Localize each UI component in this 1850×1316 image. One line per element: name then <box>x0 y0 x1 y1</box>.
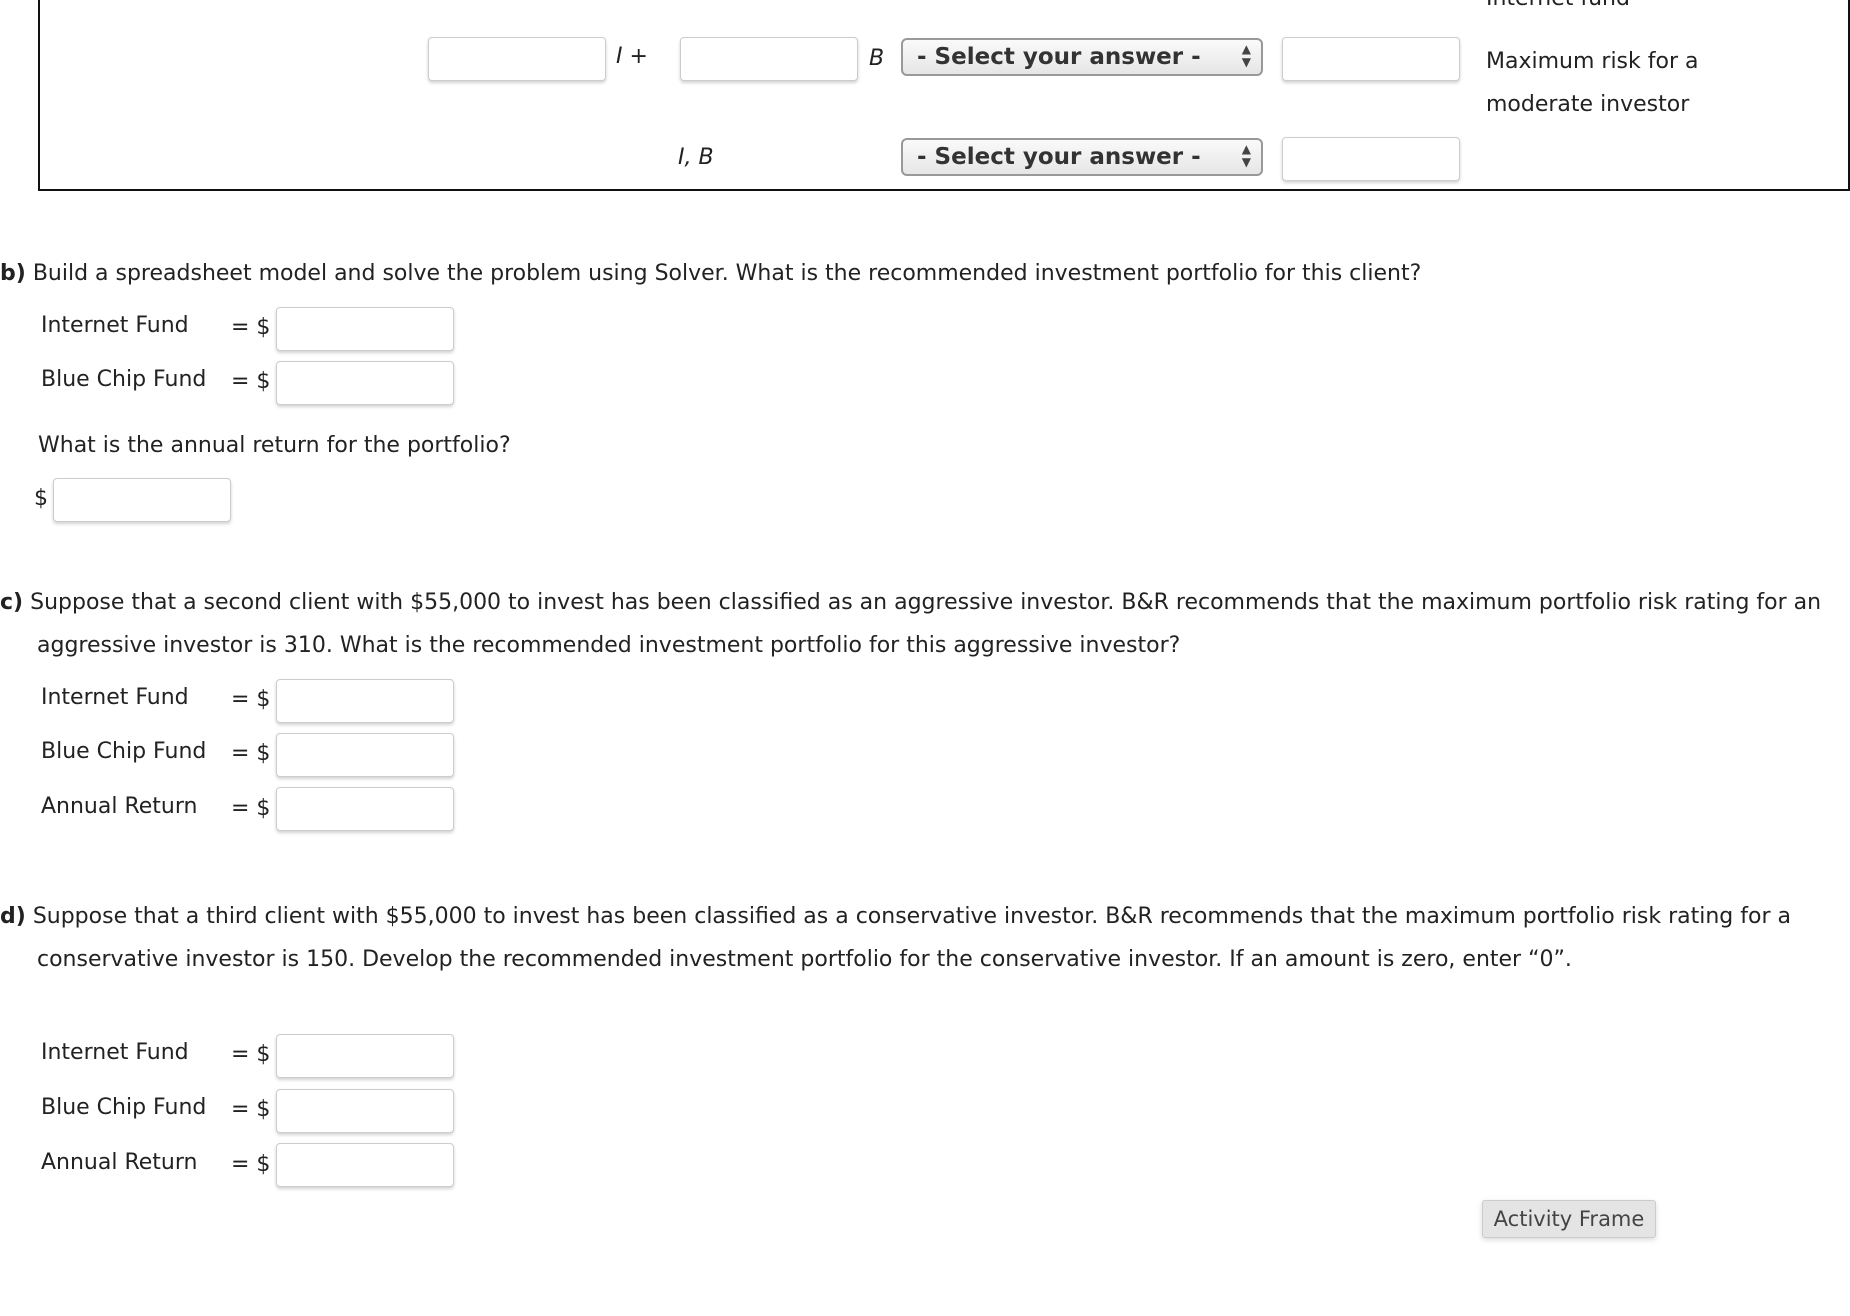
eq-dollar: = $ <box>231 1042 271 1067</box>
eq-dollar: = $ <box>231 315 271 340</box>
c-internet-input[interactable] <box>276 679 454 723</box>
part-label: b) <box>0 261 26 286</box>
coef-bluechip-input[interactable] <box>680 37 858 81</box>
rhs-input[interactable] <box>1282 37 1460 81</box>
b-bluechip-input[interactable] <box>276 361 454 405</box>
updown-arrow-icon: ▲ ▼ <box>1241 142 1251 169</box>
d-return-input[interactable] <box>276 1143 454 1187</box>
var-b-label: B <box>869 46 885 71</box>
coef-internet-input[interactable] <box>428 37 606 81</box>
part-label: d) <box>0 904 26 929</box>
constraint-description: Maximum risk for a moderate investor <box>1486 49 1699 117</box>
c-return-label: Annual Return <box>41 794 198 819</box>
c-bluechip-input[interactable] <box>276 733 454 777</box>
eq-dollar: = $ <box>231 1097 271 1122</box>
nonneg-operator-select[interactable]: - Select your answer - ▲ ▼ <box>901 138 1263 176</box>
eq-dollar: = $ <box>231 369 271 394</box>
constraint-operator-select[interactable]: - Select your answer - ▲ ▼ <box>901 38 1263 76</box>
b-internet-input[interactable] <box>276 307 454 351</box>
nonneg-rhs-input[interactable] <box>1282 137 1460 181</box>
dollar-sign: $ <box>34 486 48 511</box>
updown-arrow-icon: ▲ ▼ <box>1241 42 1251 69</box>
eq-dollar: = $ <box>231 741 271 766</box>
d-internet-input[interactable] <box>276 1034 454 1078</box>
part-label: c) <box>0 590 24 615</box>
b-return-question: What is the annual return for the portfo… <box>38 433 511 458</box>
question-text: Build a spreadsheet model and solve the … <box>32 261 1422 286</box>
d-internet-label: Internet Fund <box>41 1040 189 1065</box>
c-internet-label: Internet Fund <box>41 685 189 710</box>
c-return-input[interactable] <box>276 787 454 831</box>
b-return-input[interactable] <box>53 478 231 522</box>
d-bluechip-input[interactable] <box>276 1089 454 1133</box>
d-return-label: Annual Return <box>41 1150 198 1175</box>
part-d-question: d) Suppose that a third client with $55,… <box>0 895 1830 981</box>
select-value: - Select your answer - <box>917 144 1201 170</box>
eq-dollar: = $ <box>231 687 271 712</box>
activity-frame-button[interactable]: Activity Frame <box>1482 1200 1656 1238</box>
b-bluechip-label: Blue Chip Fund <box>41 367 207 392</box>
question-text: Suppose that a third client with $55,000… <box>32 904 1791 972</box>
eq-dollar: = $ <box>231 1152 271 1177</box>
var-i-label: I + <box>616 44 648 69</box>
d-bluechip-label: Blue Chip Fund <box>41 1095 207 1120</box>
c-bluechip-label: Blue Chip Fund <box>41 739 207 764</box>
internet-fund-label: Internet fund <box>1486 0 1630 11</box>
part-c-question: c) Suppose that a second client with $55… <box>0 581 1830 667</box>
question-text: Suppose that a second client with $55,00… <box>30 590 1822 658</box>
select-value: - Select your answer - <box>917 44 1201 70</box>
nonneg-vars-label: I, B <box>678 145 714 170</box>
eq-dollar: = $ <box>231 796 271 821</box>
part-b-question: b) Build a spreadsheet model and solve t… <box>0 252 1830 295</box>
b-internet-label: Internet Fund <box>41 313 189 338</box>
